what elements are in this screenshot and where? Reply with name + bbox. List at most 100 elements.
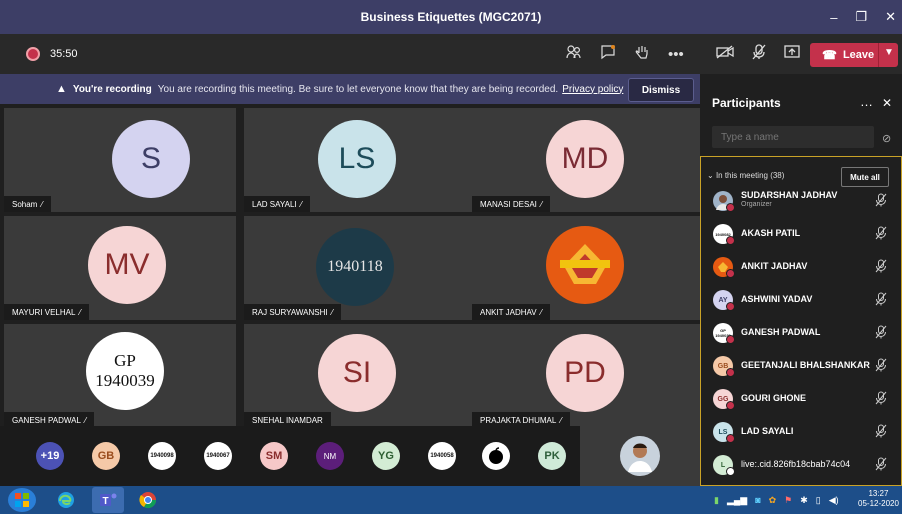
participant-chip[interactable]: SM bbox=[260, 442, 288, 470]
dismiss-button[interactable]: Dismiss bbox=[628, 78, 694, 102]
video-tile[interactable]: MV MAYURI VELHAL ⁄ bbox=[4, 216, 236, 320]
privacy-policy-link[interactable]: Privacy policy bbox=[562, 84, 623, 95]
start-button[interactable] bbox=[8, 488, 36, 512]
participant-row[interactable]: GG GOURI GHONE bbox=[713, 385, 893, 413]
participant-name: PRAJAKTA DHUMAL bbox=[480, 415, 557, 425]
participant-row[interactable]: L live:.cid.826fb18cbab74c04 bbox=[713, 451, 893, 479]
video-tile[interactable]: LS LAD SAYALI ⁄ bbox=[244, 108, 476, 212]
chevron-down-icon[interactable]: ▼ bbox=[884, 47, 894, 58]
chip-label: PK bbox=[544, 450, 560, 462]
participant-avatar bbox=[713, 257, 735, 278]
participant-chip[interactable]: 1940098 bbox=[148, 442, 176, 470]
flag-icon[interactable]: ⚑ bbox=[784, 495, 792, 506]
participant-avatar: AY bbox=[713, 290, 735, 311]
participants-panel: Participants … ✕ ⊘ ⌄ In this meeting (38… bbox=[700, 74, 902, 486]
participant-name: MANASI DESAI bbox=[480, 199, 537, 209]
banner-heading: You're recording bbox=[72, 83, 152, 95]
video-tile[interactable]: SI SNEHAL INAMDAR bbox=[244, 324, 476, 428]
participant-row[interactable]: SUDARSHAN JADHAV Organizer bbox=[713, 187, 893, 215]
share-screen-icon[interactable] bbox=[784, 45, 800, 63]
avatar-initials: SI bbox=[342, 356, 372, 389]
window-controls: – ❐ ✕ bbox=[830, 0, 896, 34]
chip-label: YG bbox=[378, 450, 394, 462]
participant-name: ASHWINI YADAV bbox=[741, 294, 813, 304]
participants-icon[interactable] bbox=[566, 44, 582, 64]
warning-icon: ▲ bbox=[56, 83, 67, 95]
bluetooth-icon[interactable]: ✱ bbox=[800, 495, 808, 506]
participant-name: GANESH PADWAL bbox=[741, 327, 821, 337]
participant-avatar: S bbox=[112, 120, 190, 198]
mic-off-icon bbox=[875, 226, 887, 243]
participant-chip[interactable]: YG bbox=[372, 442, 400, 470]
apple-logo-chip[interactable] bbox=[482, 442, 510, 470]
mic-off-icon bbox=[875, 193, 887, 210]
participant-chip[interactable]: NM bbox=[316, 442, 344, 470]
more-options-icon[interactable]: … bbox=[860, 94, 873, 109]
participant-avatar: GP 1940039 bbox=[86, 332, 164, 410]
video-tile[interactable]: S Soham ⁄ bbox=[4, 108, 236, 212]
share-invite-icon[interactable]: ⊘ bbox=[882, 132, 891, 145]
participant-chip[interactable]: 1940058 bbox=[428, 442, 456, 470]
participant-name: GANESH PADWAL bbox=[12, 415, 81, 425]
clock-date: 05-12-2020 bbox=[858, 499, 899, 508]
raise-hand-icon[interactable] bbox=[634, 44, 650, 64]
video-tile[interactable]: GP 1940039 GANESH PADWAL ⁄ bbox=[4, 324, 236, 428]
close-panel-icon[interactable]: ✕ bbox=[882, 96, 892, 110]
participant-search-input[interactable] bbox=[712, 126, 874, 148]
signal-icon[interactable]: ▂▄▆ bbox=[727, 495, 747, 506]
more-actions-icon[interactable]: ••• bbox=[668, 46, 684, 63]
video-tile[interactable]: ANKIT JADHAV ⁄ bbox=[472, 216, 704, 320]
status-icon bbox=[726, 302, 735, 311]
participant-row[interactable]: GB GEETANJALI BHALSHANKAR bbox=[713, 352, 893, 380]
chip-label: 1940098 bbox=[150, 453, 174, 459]
mute-all-button[interactable]: Mute all bbox=[841, 167, 889, 187]
mic-off-icon: ⁄ bbox=[41, 199, 43, 209]
network-icon[interactable]: ▮ bbox=[714, 495, 719, 506]
video-tile[interactable]: MD MANASI DESAI ⁄ bbox=[472, 108, 704, 212]
participant-chip[interactable]: GB bbox=[92, 442, 120, 470]
self-view-tile[interactable] bbox=[580, 426, 700, 486]
camera-off-icon[interactable] bbox=[716, 45, 734, 63]
team-logo-avatar bbox=[546, 226, 624, 304]
participant-avatar: GP 1940039 bbox=[713, 323, 735, 344]
maximize-button[interactable]: ❐ bbox=[855, 9, 867, 25]
participant-name: MAYURI VELHAL bbox=[12, 307, 76, 317]
participant-row[interactable]: AY ASHWINI YADAV bbox=[713, 286, 893, 314]
tray-app-icon[interactable]: ✿ bbox=[769, 495, 777, 506]
chip-label: SM bbox=[265, 450, 283, 462]
mic-off-icon: ⁄ bbox=[540, 307, 542, 317]
meeting-timer: 35:50 bbox=[50, 48, 78, 60]
video-tile[interactable]: 1940118 RAJ SURYAWANSHI ⁄ bbox=[244, 216, 476, 320]
tile-name-label: RAJ SURYAWANSHI ⁄ bbox=[244, 304, 341, 320]
participant-name: ANKIT JADHAV bbox=[480, 307, 537, 317]
chat-icon[interactable] bbox=[600, 44, 616, 64]
group-toggle[interactable]: ⌄ In this meeting (38) bbox=[707, 171, 784, 180]
participant-avatar: 1940082 bbox=[713, 224, 735, 245]
chip-label: 1940067 bbox=[206, 453, 230, 459]
leave-button[interactable]: ☎ Leave ▼ bbox=[810, 43, 898, 67]
video-tile[interactable]: PD PRAJAKTA DHUMAL ⁄ bbox=[472, 324, 704, 428]
minimize-button[interactable]: – bbox=[830, 10, 837, 25]
participant-row[interactable]: 1940082 AKASH PATIL bbox=[713, 220, 893, 248]
group-label: In this meeting (38) bbox=[715, 171, 785, 180]
participant-row[interactable]: ANKIT JADHAV bbox=[713, 253, 893, 281]
teams-taskbar-button[interactable]: T bbox=[92, 487, 124, 513]
edge-taskbar-button[interactable] bbox=[50, 487, 82, 513]
participant-avatar: GB bbox=[713, 356, 735, 377]
volume-icon[interactable]: ◀) bbox=[829, 495, 839, 506]
overflow-count-badge[interactable]: +19 bbox=[36, 442, 64, 470]
participant-row[interactable]: LS LAD SAYALI bbox=[713, 418, 893, 446]
participant-avatar: GG bbox=[713, 389, 735, 410]
close-button[interactable]: ✕ bbox=[885, 9, 896, 25]
participant-name: SNEHAL INAMDAR bbox=[252, 415, 323, 425]
participant-row[interactable]: GP 1940039 GANESH PADWAL bbox=[713, 319, 893, 347]
tray-app-icon[interactable]: ◙ bbox=[755, 495, 760, 505]
chrome-taskbar-button[interactable] bbox=[132, 487, 164, 513]
taskbar-clock[interactable]: 13:27 05-12-2020 bbox=[858, 489, 899, 509]
clock-time: 13:27 bbox=[868, 489, 889, 498]
avatar-initials: LS bbox=[338, 142, 376, 175]
participant-chip[interactable]: PK bbox=[538, 442, 566, 470]
battery-icon[interactable]: ▯ bbox=[816, 495, 821, 506]
mic-off-icon[interactable] bbox=[752, 44, 766, 64]
participant-chip[interactable]: 1940067 bbox=[204, 442, 232, 470]
